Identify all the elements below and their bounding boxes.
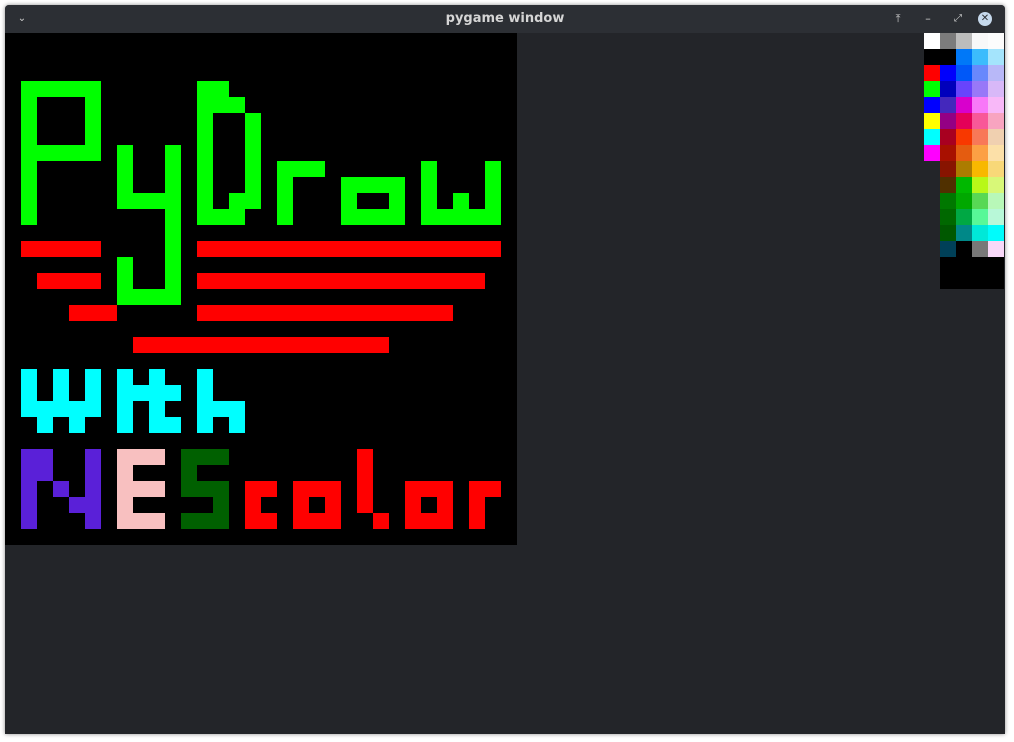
palette-swatch-basic[interactable]	[924, 97, 940, 113]
palette-swatch-nes[interactable]	[972, 49, 988, 65]
palette-swatch-nes[interactable]	[956, 97, 972, 113]
palette-swatch-nes[interactable]	[956, 177, 972, 193]
palette-swatch-nes[interactable]	[988, 193, 1004, 209]
palette-swatch-nes[interactable]	[940, 209, 956, 225]
window-title: pygame window	[445, 11, 565, 26]
palette-swatch-nes[interactable]	[956, 257, 972, 273]
letter-e	[117, 449, 165, 529]
palette-swatch-basic[interactable]	[924, 49, 940, 65]
palette-swatch-basic[interactable]	[924, 129, 940, 145]
palette-swatch-nes[interactable]	[988, 33, 1004, 49]
palette-swatch-nes[interactable]	[940, 129, 956, 145]
palette-swatch-nes[interactable]	[940, 193, 956, 209]
chevron-down-icon[interactable]: ⌄	[14, 11, 30, 27]
palette-swatch-nes[interactable]	[956, 33, 972, 49]
palette-swatch-nes[interactable]	[988, 65, 1004, 81]
palette-swatch-nes[interactable]	[988, 81, 1004, 97]
palette-swatch-nes[interactable]	[956, 145, 972, 161]
palette-swatch-nes[interactable]	[972, 65, 988, 81]
palette-swatch-nes[interactable]	[956, 241, 972, 257]
palette-swatch-nes[interactable]	[972, 193, 988, 209]
palette-swatch-nes[interactable]	[956, 161, 972, 177]
letter-s	[181, 449, 229, 529]
palette-swatch-nes[interactable]	[972, 81, 988, 97]
palette-swatch-nes[interactable]	[972, 161, 988, 177]
palette-swatch-nes[interactable]	[988, 97, 1004, 113]
palette-swatch-nes[interactable]	[956, 273, 972, 289]
canvas-artwork	[5, 33, 517, 545]
close-icon[interactable]: ✕	[978, 12, 992, 26]
palette-swatch-nes[interactable]	[940, 49, 956, 65]
palette-swatch-nes[interactable]	[988, 161, 1004, 177]
palette-swatch-nes[interactable]	[940, 33, 956, 49]
palette-swatch-basic[interactable]	[924, 33, 940, 49]
palette-swatch-nes[interactable]	[956, 81, 972, 97]
palette-swatch-nes[interactable]	[940, 97, 956, 113]
palette-swatch-nes[interactable]	[988, 145, 1004, 161]
palette-swatch-nes[interactable]	[940, 145, 956, 161]
palette-swatch-basic[interactable]	[924, 145, 940, 161]
palette-swatch-nes[interactable]	[972, 33, 988, 49]
palette-swatch-nes[interactable]	[940, 177, 956, 193]
pin-icon[interactable]: ⤒	[890, 11, 906, 27]
palette-swatch-nes[interactable]	[972, 225, 988, 241]
palette-swatch-nes[interactable]	[940, 225, 956, 241]
palette-swatch-nes[interactable]	[956, 129, 972, 145]
palette-swatch-nes[interactable]	[972, 177, 988, 193]
palette-swatch-nes[interactable]	[988, 273, 1004, 289]
palette-swatch-nes[interactable]	[972, 129, 988, 145]
palette-swatch-nes[interactable]	[940, 113, 956, 129]
palette-swatch-nes[interactable]	[972, 145, 988, 161]
palette-swatch-nes[interactable]	[988, 129, 1004, 145]
palette-swatch-basic[interactable]	[924, 81, 940, 97]
palette-swatch-nes[interactable]	[972, 241, 988, 257]
palette-swatch-nes[interactable]	[956, 225, 972, 241]
palette-swatch-nes[interactable]	[940, 273, 956, 289]
palette-swatch-nes[interactable]	[940, 257, 956, 273]
palette-swatch-basic[interactable]	[924, 113, 940, 129]
palette-swatch-nes[interactable]	[972, 257, 988, 273]
palette-swatch-nes[interactable]	[956, 113, 972, 129]
palette-swatch-nes[interactable]	[940, 81, 956, 97]
pygame-window: pygame window ⌄ ⤒ – ⤢ ✕	[5, 5, 1005, 734]
color-palette[interactable]	[924, 33, 1005, 289]
palette-swatch-basic[interactable]	[924, 65, 940, 81]
palette-swatch-nes[interactable]	[988, 49, 1004, 65]
title-bar[interactable]: pygame window ⌄ ⤒ – ⤢ ✕	[5, 5, 1005, 33]
minimize-icon[interactable]: –	[920, 11, 936, 27]
palette-swatch-nes[interactable]	[956, 49, 972, 65]
palette-swatch-nes[interactable]	[956, 193, 972, 209]
palette-swatch-nes[interactable]	[972, 97, 988, 113]
maximize-icon[interactable]: ⤢	[950, 11, 966, 27]
palette-swatch-nes[interactable]	[988, 177, 1004, 193]
palette-swatch-nes[interactable]	[972, 209, 988, 225]
palette-swatch-nes[interactable]	[988, 257, 1004, 273]
palette-swatch-nes[interactable]	[972, 273, 988, 289]
palette-swatch-nes[interactable]	[940, 65, 956, 81]
palette-swatch-nes[interactable]	[940, 161, 956, 177]
palette-swatch-nes[interactable]	[988, 113, 1004, 129]
palette-swatch-nes[interactable]	[972, 113, 988, 129]
palette-swatch-nes[interactable]	[988, 225, 1004, 241]
palette-swatch-nes[interactable]	[956, 65, 972, 81]
palette-swatch-nes[interactable]	[988, 241, 1004, 257]
palette-swatch-nes[interactable]	[956, 209, 972, 225]
palette-swatch-nes[interactable]	[940, 241, 956, 257]
palette-swatch-nes[interactable]	[988, 209, 1004, 225]
drawing-canvas[interactable]	[5, 33, 517, 545]
